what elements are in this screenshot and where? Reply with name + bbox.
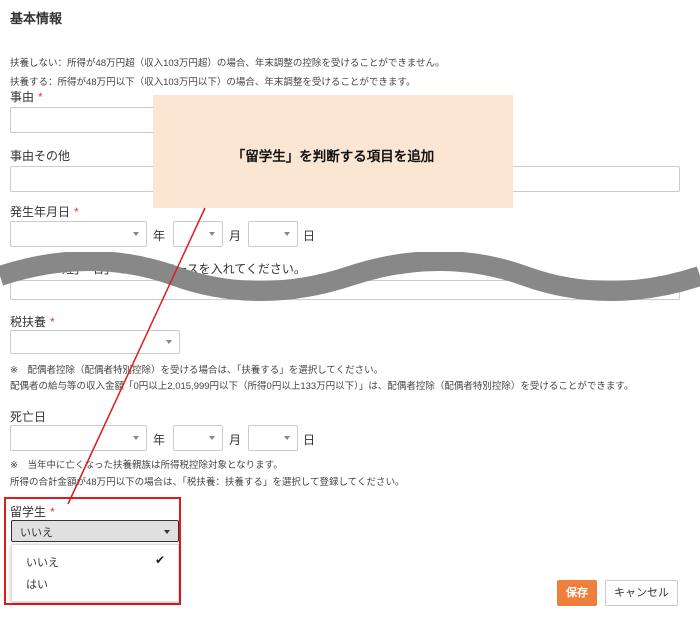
reason-select[interactable] — [10, 107, 155, 133]
note-no-dependent: 扶養しない：所得が48万円超（収入103万円超）の場合、年末調整の控除を受けるこ… — [10, 58, 445, 69]
chevron-down-icon — [166, 340, 172, 344]
death-year-select[interactable] — [10, 425, 147, 451]
chevron-down-icon — [284, 436, 290, 440]
required-mark: * — [74, 205, 79, 219]
required-mark: * — [38, 90, 43, 104]
dropdown-option-yes[interactable]: はい — [26, 576, 48, 592]
reason-label: 事由 * — [10, 90, 43, 104]
reason-other-label: 事由その他 — [10, 149, 71, 163]
birth-year-select[interactable] — [10, 221, 147, 247]
day-unit: 日 — [303, 433, 316, 447]
study-abroad-select[interactable]: いいえ — [11, 520, 179, 542]
chevron-down-icon — [133, 436, 139, 440]
month-unit: 月 — [229, 433, 242, 447]
study-abroad-label: 留学生 * — [10, 505, 55, 519]
study-abroad-selected-value: いいえ — [20, 527, 53, 539]
birth-day-select[interactable] — [248, 221, 298, 247]
note-dependent: 扶養する：所得が48万円以下（収入103万円以下）の場合、年末調整を受けることが… — [10, 77, 416, 88]
required-mark: * — [50, 315, 55, 329]
chevron-down-icon — [284, 232, 290, 236]
death-month-select[interactable] — [173, 425, 223, 451]
chevron-down-icon — [133, 232, 139, 236]
death-date-note-1: ※ 当年中に亡くなった扶養親族は所得税控除対象となります。 — [10, 460, 283, 471]
birth-month-select[interactable] — [173, 221, 223, 247]
year-unit: 年 — [153, 433, 166, 447]
check-icon: ✔ — [155, 553, 166, 567]
death-date-note-2: 所得の合計金額が48万円以下の場合は、「税扶養：扶養する」を選択して登録してくだ… — [10, 477, 405, 488]
cancel-button[interactable]: キャンセル — [605, 580, 678, 606]
study-abroad-dropdown: いいえ ✔ はい — [11, 544, 179, 602]
death-date-label: 死亡日 — [10, 410, 47, 424]
save-button[interactable]: 保存 — [557, 580, 597, 606]
tax-dependent-note-1: ※ 配偶者控除（配偶者特別控除）を受ける場合は、「扶養する」を選択してください。 — [10, 365, 384, 376]
death-day-select[interactable] — [248, 425, 298, 451]
month-unit: 月 — [229, 229, 242, 243]
year-unit: 年 — [153, 229, 166, 243]
chevron-down-icon — [209, 436, 215, 440]
annotation-callout-text: 「留学生」を判断する項目を追加 — [231, 149, 435, 164]
birthdate-label: 発生年月日 * — [10, 205, 79, 219]
tax-dependent-select[interactable] — [10, 330, 180, 354]
tax-dependent-note-2: 配偶者の給与等の収入金額「0円以上2,015,999円以下（所得0円以上133万… — [10, 381, 634, 392]
dropdown-option-no[interactable]: いいえ — [26, 554, 59, 570]
tax-dependent-label: 税扶養 * — [10, 315, 55, 329]
required-mark: * — [50, 505, 55, 519]
section-title: 基本情報 — [10, 11, 63, 26]
chevron-down-icon — [209, 232, 215, 236]
day-unit: 日 — [303, 229, 316, 243]
content-omitted-wave — [0, 252, 700, 301]
chevron-down-icon — [164, 530, 170, 534]
